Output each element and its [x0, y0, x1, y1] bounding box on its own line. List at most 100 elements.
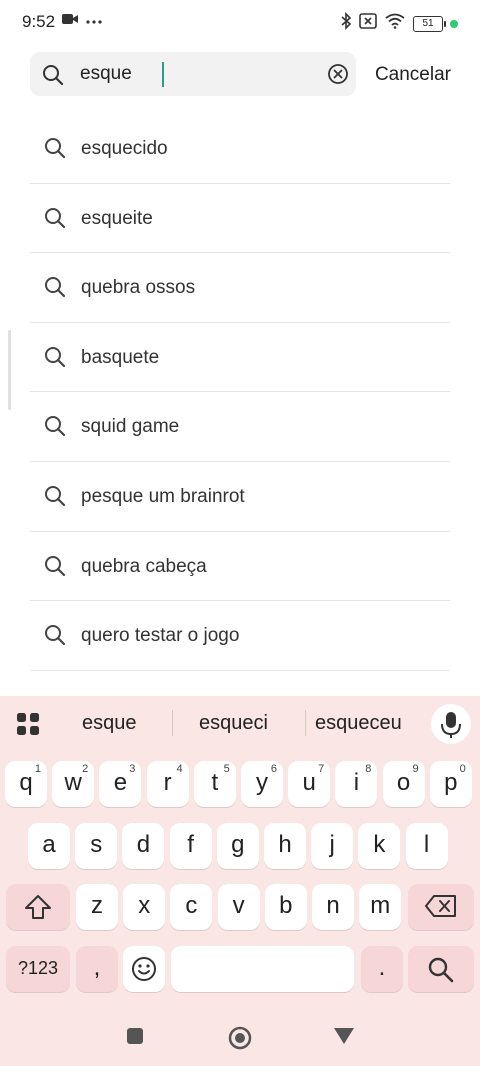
- key-j[interactable]: j: [311, 823, 354, 869]
- suggestion-item[interactable]: quebra cabeça: [30, 532, 450, 602]
- key-c[interactable]: c: [170, 884, 213, 930]
- key-r[interactable]: r4: [146, 761, 189, 807]
- prediction-divider: [172, 710, 173, 736]
- search-key[interactable]: [408, 946, 474, 992]
- key-t-label: t: [211, 769, 219, 796]
- backspace-key[interactable]: [408, 884, 474, 930]
- battery-icon: 51: [413, 15, 458, 32]
- suggestion-label: quero testar o jogo: [81, 625, 240, 647]
- suggestion-label: esquecido: [81, 138, 168, 159]
- key-hint-number: 9: [412, 763, 419, 775]
- search-field-container[interactable]: [30, 52, 356, 96]
- wifi-icon: [385, 13, 405, 34]
- shift-key[interactable]: [6, 884, 70, 930]
- key-i-label: i: [353, 769, 360, 796]
- key-u-label: u: [302, 769, 316, 796]
- apps-grid-icon[interactable]: [16, 712, 40, 741]
- key-s[interactable]: s: [75, 823, 118, 869]
- navigation-bar: [0, 1014, 480, 1066]
- scroll-indicator: [8, 330, 11, 410]
- key-v[interactable]: v: [217, 884, 260, 930]
- search-icon: [44, 276, 66, 303]
- key-h-label: h: [278, 831, 292, 858]
- home-icon[interactable]: [228, 1026, 252, 1055]
- key-l[interactable]: l: [405, 823, 448, 869]
- key-j-label: j: [329, 831, 335, 858]
- status-time: 9:52: [22, 12, 56, 31]
- no-sim-icon: [359, 13, 377, 34]
- cancel-button[interactable]: Cancelar: [375, 64, 451, 86]
- key-d-label: d: [136, 831, 151, 858]
- suggestion-item[interactable]: quebra ossos: [30, 253, 450, 323]
- period-key-label: .: [378, 954, 386, 981]
- search-icon: [44, 624, 66, 651]
- key-q-label: q: [19, 769, 33, 796]
- charging-dot: [450, 19, 458, 28]
- space-key[interactable]: [171, 946, 354, 992]
- search-input[interactable]: [80, 52, 320, 96]
- key-d[interactable]: d: [122, 823, 165, 869]
- comma-key[interactable]: ,: [76, 946, 118, 992]
- key-h[interactable]: h: [264, 823, 306, 869]
- key-i[interactable]: i8: [335, 761, 378, 807]
- recent-apps-icon[interactable]: [125, 1026, 145, 1051]
- numbers-key[interactable]: ?123: [6, 946, 70, 992]
- key-o-label: o: [396, 769, 411, 796]
- battery-level: 51: [413, 15, 443, 32]
- key-z[interactable]: z: [76, 884, 118, 930]
- key-m[interactable]: m: [359, 884, 402, 930]
- period-key[interactable]: .: [361, 946, 403, 992]
- key-hint-number: 2: [82, 763, 89, 775]
- numbers-key-label: ?123: [17, 958, 59, 978]
- key-p-label: p: [444, 769, 458, 796]
- key-hint-number: 1: [34, 763, 41, 775]
- suggestion-item[interactable]: basquete: [30, 323, 450, 393]
- key-t[interactable]: t5: [193, 761, 236, 807]
- suggestion-label: quebra cabeça: [81, 555, 207, 577]
- prediction-1[interactable]: esque: [82, 712, 137, 735]
- search-bar: Cancelar: [0, 52, 480, 98]
- suggestion-label: squid game: [81, 416, 180, 438]
- key-f[interactable]: f: [169, 823, 212, 869]
- keyboard: esque esqueci esqueceu q1w2e3r4t5y6u7i8o…: [0, 696, 480, 1066]
- key-x[interactable]: x: [123, 884, 166, 930]
- key-w[interactable]: w2: [52, 761, 95, 807]
- key-g-label: g: [231, 831, 245, 858]
- suggestion-item[interactable]: squid game: [30, 392, 450, 462]
- search-icon: [44, 137, 66, 164]
- key-y[interactable]: y6: [241, 761, 283, 807]
- search-icon: [44, 346, 66, 373]
- key-u[interactable]: u7: [288, 761, 331, 807]
- key-o[interactable]: o9: [382, 761, 425, 807]
- key-p[interactable]: p0: [429, 761, 472, 807]
- key-q[interactable]: q1: [5, 761, 47, 807]
- comma-key-label: ,: [93, 954, 101, 981]
- clear-search-icon[interactable]: [326, 62, 350, 86]
- prediction-2[interactable]: esqueci: [199, 712, 268, 735]
- key-hint-number: 3: [129, 763, 136, 775]
- prediction-3[interactable]: esqueceu: [315, 712, 402, 735]
- microphone-icon[interactable]: [431, 704, 471, 744]
- key-s-label: s: [90, 831, 103, 858]
- key-hint-number: 0: [459, 763, 466, 775]
- key-a[interactable]: a: [28, 823, 70, 869]
- key-k[interactable]: k: [358, 823, 401, 869]
- key-x-label: x: [138, 892, 151, 919]
- key-b[interactable]: b: [264, 884, 307, 930]
- suggestion-item[interactable]: pesque um brainrot: [30, 462, 450, 532]
- search-icon: [44, 207, 66, 234]
- status-bar: 9:52 51: [0, 0, 480, 44]
- key-e[interactable]: e3: [99, 761, 142, 807]
- suggestion-item[interactable]: esquecido: [30, 114, 450, 184]
- key-c-label: c: [185, 892, 198, 919]
- search-icon: [44, 415, 66, 442]
- suggestion-item[interactable]: esqueite: [30, 184, 450, 254]
- key-n[interactable]: n: [312, 884, 354, 930]
- key-g[interactable]: g: [216, 823, 259, 869]
- emoji-key[interactable]: [123, 946, 165, 992]
- suggestion-label: pesque um brainrot: [81, 485, 245, 507]
- suggestion-item[interactable]: quero testar o jogo: [30, 601, 450, 671]
- search-icon: [44, 485, 66, 512]
- back-icon[interactable]: [333, 1026, 355, 1051]
- suggestion-label: basquete: [81, 346, 160, 368]
